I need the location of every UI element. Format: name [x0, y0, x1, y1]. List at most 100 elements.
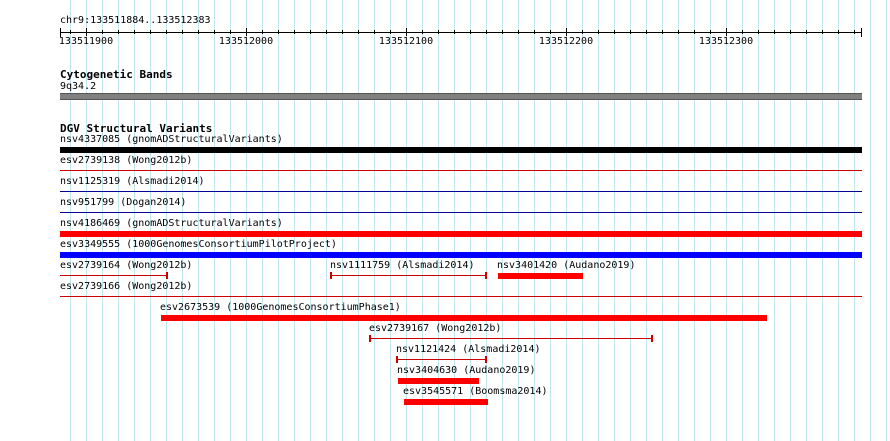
- ruler-minor-tick: [854, 30, 855, 34]
- feature-bar[interactable]: [498, 273, 583, 279]
- ruler-minor-tick: [710, 30, 711, 34]
- ruler-minor-tick: [774, 30, 775, 34]
- ruler-minor-tick: [518, 30, 519, 34]
- gridline: [582, 0, 583, 441]
- ruler-minor-tick: [758, 30, 759, 34]
- feature-line[interactable]: [60, 191, 862, 192]
- gridline: [854, 0, 855, 441]
- feature-end-cap: [330, 272, 332, 279]
- ruler-tick-label: 133512000: [218, 36, 274, 47]
- feature-label: nsv4186469 (gnomADStructuralVariants): [60, 218, 283, 229]
- ruler-minor-tick: [262, 30, 263, 34]
- gridline: [806, 0, 807, 441]
- ruler-minor-tick: [550, 30, 551, 34]
- ruler-minor-tick: [678, 30, 679, 34]
- ruler-minor-tick: [150, 30, 151, 34]
- ruler-major-tick: [86, 28, 87, 36]
- ruler-minor-tick: [582, 30, 583, 34]
- ruler-minor-tick: [598, 30, 599, 34]
- ruler-minor-tick: [662, 30, 663, 34]
- ruler-minor-tick: [278, 30, 279, 34]
- ruler-minor-tick: [534, 30, 535, 34]
- feature-line[interactable]: [397, 359, 486, 360]
- ruler-minor-tick: [502, 30, 503, 34]
- gridline: [550, 0, 551, 441]
- feature-bar[interactable]: [60, 231, 862, 237]
- feature-label: esv2739164 (Wong2012b): [60, 260, 193, 271]
- feature-bar[interactable]: [60, 147, 862, 153]
- feature-end-cap: [485, 272, 487, 279]
- feature-end-cap: [166, 272, 168, 279]
- gridline: [310, 0, 311, 441]
- cytoband-label: 9q34.2: [60, 81, 97, 92]
- feature-label: esv2739138 (Wong2012b): [60, 155, 193, 166]
- feature-label: esv2673539 (1000GenomesConsortiumPhase1): [160, 302, 401, 313]
- ruler-minor-tick: [486, 30, 487, 34]
- ruler-major-tick: [566, 28, 567, 36]
- ruler-minor-tick: [790, 30, 791, 34]
- gridline: [566, 0, 567, 441]
- ruler-minor-tick: [182, 30, 183, 34]
- gridline: [822, 0, 823, 441]
- feature-label: nsv4337085 (gnomADStructuralVariants): [60, 134, 283, 145]
- feature-end-cap: [651, 335, 653, 342]
- ruler-minor-tick: [166, 30, 167, 34]
- ruler-minor-tick: [390, 30, 391, 34]
- gridline: [294, 0, 295, 441]
- gridline: [886, 0, 887, 441]
- feature-label: nsv1121424 (Alsmadi2014): [396, 344, 541, 355]
- ruler-minor-tick: [806, 30, 807, 34]
- feature-line[interactable]: [60, 212, 862, 213]
- gridline: [710, 0, 711, 441]
- location-label: chr9:133511884..133512383: [60, 15, 211, 26]
- ruler-minor-tick: [438, 30, 439, 34]
- ruler-minor-tick: [294, 30, 295, 34]
- feature-end-cap: [396, 356, 398, 363]
- gridline: [758, 0, 759, 441]
- gridline: [838, 0, 839, 441]
- ruler-minor-tick: [230, 30, 231, 34]
- ruler-minor-tick: [214, 30, 215, 34]
- feature-line[interactable]: [370, 338, 652, 339]
- gridline: [358, 0, 359, 441]
- gridline: [726, 0, 727, 441]
- feature-line[interactable]: [331, 275, 486, 276]
- gridline: [774, 0, 775, 441]
- ruler-minor-tick: [102, 30, 103, 34]
- gridline: [870, 0, 871, 441]
- feature-line[interactable]: [60, 170, 862, 171]
- ruler-tick-label: 133512200: [538, 36, 594, 47]
- ruler-end-tick: [861, 28, 862, 37]
- ruler-tick-label: 133512100: [378, 36, 434, 47]
- gridline: [678, 0, 679, 441]
- ruler-minor-tick: [342, 30, 343, 34]
- ruler-major-tick: [246, 28, 247, 36]
- feature-line[interactable]: [60, 275, 167, 276]
- ruler-minor-tick: [70, 30, 71, 34]
- feature-label: esv3545571 (Boomsma2014): [403, 386, 548, 397]
- feature-bar[interactable]: [161, 315, 767, 321]
- gridline: [662, 0, 663, 441]
- feature-label: nsv951799 (Dogan2014): [60, 197, 187, 208]
- gridline: [694, 0, 695, 441]
- feature-bar[interactable]: [398, 378, 479, 384]
- cytoband-bar[interactable]: [60, 93, 862, 100]
- feature-bar[interactable]: [404, 399, 488, 405]
- ruler-major-tick: [726, 28, 727, 36]
- gridline: [742, 0, 743, 441]
- gridline: [390, 0, 391, 441]
- ruler-minor-tick: [646, 30, 647, 34]
- feature-label: nsv3404630 (Audano2019): [397, 365, 536, 376]
- ruler-minor-tick: [454, 30, 455, 34]
- gridline: [614, 0, 615, 441]
- feature-label: esv3349555 (1000GenomesConsortiumPilotPr…: [60, 239, 337, 250]
- gridline: [630, 0, 631, 441]
- ruler-tick-label: 133512300: [698, 36, 754, 47]
- feature-label: esv2739166 (Wong2012b): [60, 281, 193, 292]
- feature-bar[interactable]: [60, 252, 862, 258]
- ruler-minor-tick: [694, 30, 695, 34]
- gridline: [326, 0, 327, 441]
- gridline: [646, 0, 647, 441]
- gridline: [374, 0, 375, 441]
- feature-line[interactable]: [60, 296, 862, 297]
